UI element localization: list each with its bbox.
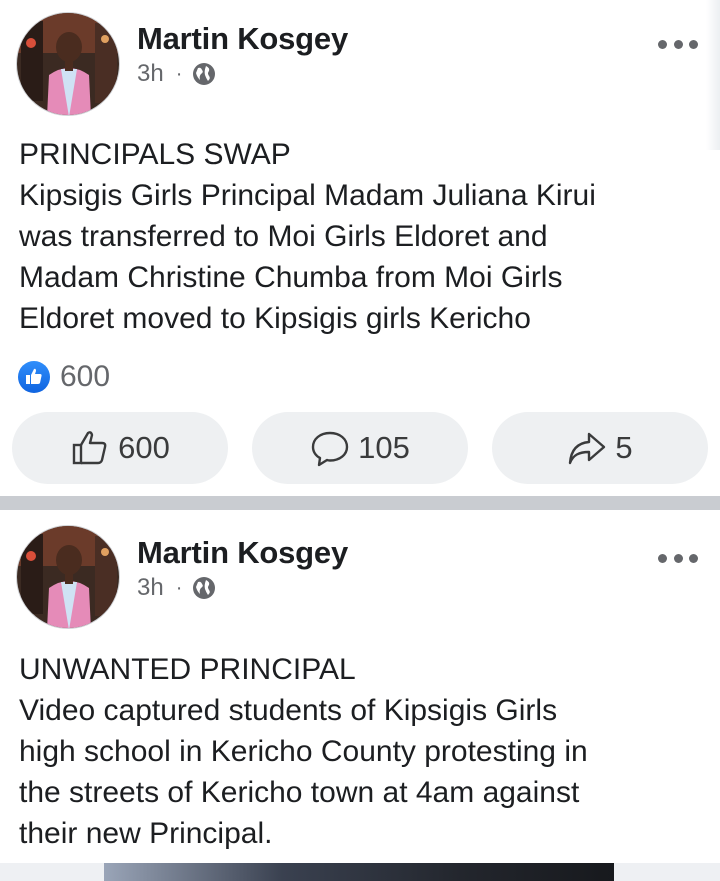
thumbs-up-icon	[72, 431, 107, 465]
like-count: 600	[118, 430, 170, 465]
globe-icon	[193, 63, 216, 85]
post-author[interactable]: Martin Kosgey	[137, 535, 348, 571]
comment-count: 105	[358, 430, 410, 465]
meta-separator: ·	[175, 62, 183, 85]
more-options-icon[interactable]	[658, 551, 698, 565]
post-meta: 3h ·	[137, 574, 216, 602]
like-reaction-icon	[18, 361, 50, 393]
post-text: PRINCIPALS SWAP Kipsigis Girls Principal…	[19, 134, 699, 339]
avatar[interactable]	[16, 525, 120, 629]
post-line: their new Principal.	[19, 817, 273, 850]
post-text: UNWANTED PRINCIPAL Video captured studen…	[19, 649, 699, 854]
post-divider	[0, 496, 720, 510]
share-count: 5	[615, 430, 633, 465]
more-dot	[689, 553, 698, 563]
post-time[interactable]: 3h	[137, 60, 164, 88]
post-author[interactable]: Martin Kosgey	[137, 21, 348, 57]
post-meta: 3h ·	[137, 60, 216, 88]
share-icon	[569, 432, 606, 465]
more-dot	[673, 39, 683, 49]
video-thumbnail[interactable]	[104, 863, 614, 881]
more-dot	[658, 553, 667, 563]
post-time[interactable]: 3h	[137, 574, 164, 602]
globe-icon	[193, 577, 216, 599]
post-headline: UNWANTED PRINCIPAL	[19, 653, 356, 686]
post-headline: PRINCIPALS SWAP	[19, 138, 291, 171]
reaction-summary[interactable]: 600	[18, 360, 110, 394]
comment-button[interactable]: 105	[252, 412, 468, 484]
more-dot	[673, 553, 683, 563]
more-dot	[689, 39, 698, 49]
meta-separator: ·	[175, 576, 183, 599]
reaction-count: 600	[60, 360, 111, 393]
post-line: Eldoret moved to Kipsigis girls Kericho	[19, 302, 531, 335]
avatar[interactable]	[16, 12, 120, 116]
like-button[interactable]: 600	[12, 412, 228, 484]
post-line: was transferred to Moi Girls Eldoret and	[19, 220, 548, 253]
edge-shadow	[706, 0, 720, 150]
post-line: the streets of Kericho town at 4am again…	[19, 776, 580, 809]
post-line: Video captured students of Kipsigis Girl…	[19, 694, 558, 727]
more-dot	[658, 39, 667, 49]
comment-icon	[311, 431, 349, 467]
post-line: high school in Kericho County protesting…	[19, 735, 588, 768]
post-line: Kipsigis Girls Principal Madam Juliana K…	[19, 179, 596, 212]
post-line: Madam Christine Chumba from Moi Girls	[19, 261, 563, 294]
share-button[interactable]: 5	[492, 412, 708, 484]
more-options-icon[interactable]	[658, 37, 698, 51]
